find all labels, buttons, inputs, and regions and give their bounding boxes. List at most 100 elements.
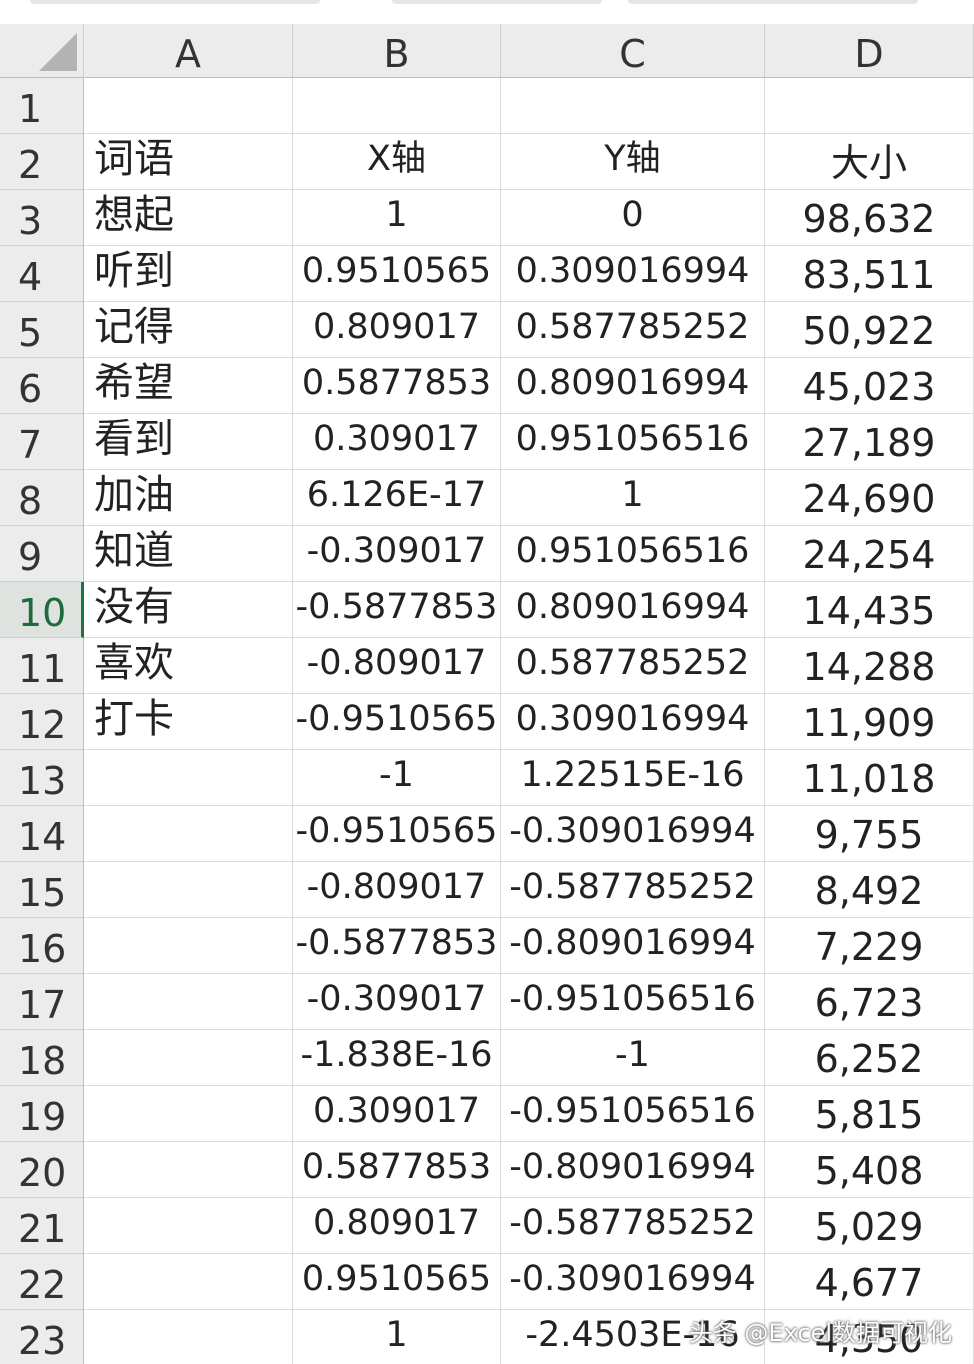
cell-d[interactable]: 14,288 xyxy=(765,638,974,694)
column-header-a[interactable]: A xyxy=(84,24,293,78)
cell-d[interactable]: 6,252 xyxy=(765,1030,974,1086)
cell-d[interactable]: 45,023 xyxy=(765,358,974,414)
row-header[interactable]: 21 xyxy=(0,1198,84,1254)
row-header[interactable]: 22 xyxy=(0,1254,84,1310)
cell-b[interactable]: -0.309017 xyxy=(293,526,501,582)
row-header[interactable]: 7 xyxy=(0,414,84,470)
cell-c[interactable]: -0.951056516 xyxy=(501,1086,765,1142)
cell-a[interactable]: 加油 xyxy=(84,470,293,526)
row-header[interactable]: 17 xyxy=(0,974,84,1030)
cell-a[interactable] xyxy=(84,1310,293,1364)
cell-b[interactable]: -1.838E-16 xyxy=(293,1030,501,1086)
cell-c[interactable]: -0.951056516 xyxy=(501,974,765,1030)
cell-b[interactable]: 0.9510565 xyxy=(293,1254,501,1310)
column-header-c[interactable]: C xyxy=(501,24,765,78)
cell-c[interactable]: 0 xyxy=(501,190,765,246)
cell-c[interactable]: -0.587785252 xyxy=(501,1198,765,1254)
cell-d[interactable]: 50,922 xyxy=(765,302,974,358)
cell-c[interactable]: 0.587785252 xyxy=(501,638,765,694)
cell-a[interactable] xyxy=(84,974,293,1030)
cell-d[interactable]: 5,029 xyxy=(765,1198,974,1254)
row-header[interactable]: 23 xyxy=(0,1310,84,1364)
cell-a[interactable] xyxy=(84,918,293,974)
cell-a[interactable] xyxy=(84,1086,293,1142)
cell-b[interactable]: -0.809017 xyxy=(293,862,501,918)
cell-a[interactable] xyxy=(84,1198,293,1254)
cell-b[interactable]: -0.9510565 xyxy=(293,806,501,862)
cell-c[interactable]: -0.809016994 xyxy=(501,918,765,974)
cell-b[interactable]: -1 xyxy=(293,750,501,806)
cell-c[interactable]: -1 xyxy=(501,1030,765,1086)
cell-d[interactable]: 24,254 xyxy=(765,526,974,582)
cell-d[interactable]: 4,677 xyxy=(765,1254,974,1310)
cell-c[interactable]: 1 xyxy=(501,470,765,526)
cell-d[interactable]: 14,435 xyxy=(765,582,974,638)
cell-a[interactable]: 词语 xyxy=(84,134,293,190)
tab-fragment[interactable] xyxy=(628,0,918,4)
cell-a[interactable]: 听到 xyxy=(84,246,293,302)
cell-c[interactable]: 0.587785252 xyxy=(501,302,765,358)
cell-c[interactable] xyxy=(501,78,765,134)
cell-c[interactable]: -0.809016994 xyxy=(501,1142,765,1198)
cell-d[interactable]: 8,492 xyxy=(765,862,974,918)
row-header[interactable]: 9 xyxy=(0,526,84,582)
cell-a[interactable] xyxy=(84,1030,293,1086)
cell-c[interactable]: 1.22515E-16 xyxy=(501,750,765,806)
cell-c[interactable]: -0.587785252 xyxy=(501,862,765,918)
row-header[interactable]: 20 xyxy=(0,1142,84,1198)
cell-d[interactable]: 11,909 xyxy=(765,694,974,750)
cell-c[interactable]: -0.309016994 xyxy=(501,1254,765,1310)
cell-b[interactable]: -0.5877853 xyxy=(293,918,501,974)
column-header-b[interactable]: B xyxy=(293,24,501,78)
cell-a[interactable]: 打卡 xyxy=(84,694,293,750)
cell-b[interactable]: 0.309017 xyxy=(293,414,501,470)
cell-c[interactable]: 0.951056516 xyxy=(501,414,765,470)
cell-a[interactable]: 记得 xyxy=(84,302,293,358)
cell-b[interactable]: X轴 xyxy=(293,134,501,190)
row-header[interactable]: 5 xyxy=(0,302,84,358)
row-header[interactable]: 1 xyxy=(0,78,84,134)
cell-d[interactable]: 5,815 xyxy=(765,1086,974,1142)
cell-d[interactable]: 大小 xyxy=(765,134,974,190)
cell-a[interactable] xyxy=(84,750,293,806)
cell-a[interactable]: 希望 xyxy=(84,358,293,414)
cell-a[interactable] xyxy=(84,1254,293,1310)
cell-b[interactable] xyxy=(293,78,501,134)
cell-c[interactable]: 0.309016994 xyxy=(501,246,765,302)
row-header[interactable]: 13 xyxy=(0,750,84,806)
cell-d[interactable]: 5,408 xyxy=(765,1142,974,1198)
row-header[interactable]: 4 xyxy=(0,246,84,302)
cell-d[interactable]: 83,511 xyxy=(765,246,974,302)
cell-a[interactable] xyxy=(84,78,293,134)
cell-a[interactable]: 想起 xyxy=(84,190,293,246)
row-header[interactable]: 8 xyxy=(0,470,84,526)
cell-a[interactable]: 喜欢 xyxy=(84,638,293,694)
row-header[interactable]: 2 xyxy=(0,134,84,190)
cell-d[interactable]: 24,690 xyxy=(765,470,974,526)
cell-d[interactable]: 7,229 xyxy=(765,918,974,974)
cell-a[interactable] xyxy=(84,1142,293,1198)
cell-c[interactable]: Y轴 xyxy=(501,134,765,190)
cell-b[interactable]: 1 xyxy=(293,1310,501,1364)
row-header[interactable]: 15 xyxy=(0,862,84,918)
cell-a[interactable] xyxy=(84,806,293,862)
cell-b[interactable]: 6.126E-17 xyxy=(293,470,501,526)
row-header[interactable]: 12 xyxy=(0,694,84,750)
row-header[interactable]: 11 xyxy=(0,638,84,694)
cell-a[interactable]: 看到 xyxy=(84,414,293,470)
cell-b[interactable]: -0.5877853 xyxy=(293,582,501,638)
cell-b[interactable]: -0.9510565 xyxy=(293,694,501,750)
cell-d[interactable] xyxy=(765,78,974,134)
row-header[interactable]: 18 xyxy=(0,1030,84,1086)
row-header[interactable]: 10 xyxy=(0,582,84,638)
cell-c[interactable]: -0.309016994 xyxy=(501,806,765,862)
row-header[interactable]: 6 xyxy=(0,358,84,414)
cell-b[interactable]: 0.9510565 xyxy=(293,246,501,302)
select-all-corner[interactable] xyxy=(0,24,84,78)
cell-b[interactable]: 1 xyxy=(293,190,501,246)
cell-b[interactable]: 0.5877853 xyxy=(293,358,501,414)
row-header[interactable]: 3 xyxy=(0,190,84,246)
cell-a[interactable] xyxy=(84,862,293,918)
row-header[interactable]: 16 xyxy=(0,918,84,974)
cell-c[interactable]: 0.809016994 xyxy=(501,582,765,638)
